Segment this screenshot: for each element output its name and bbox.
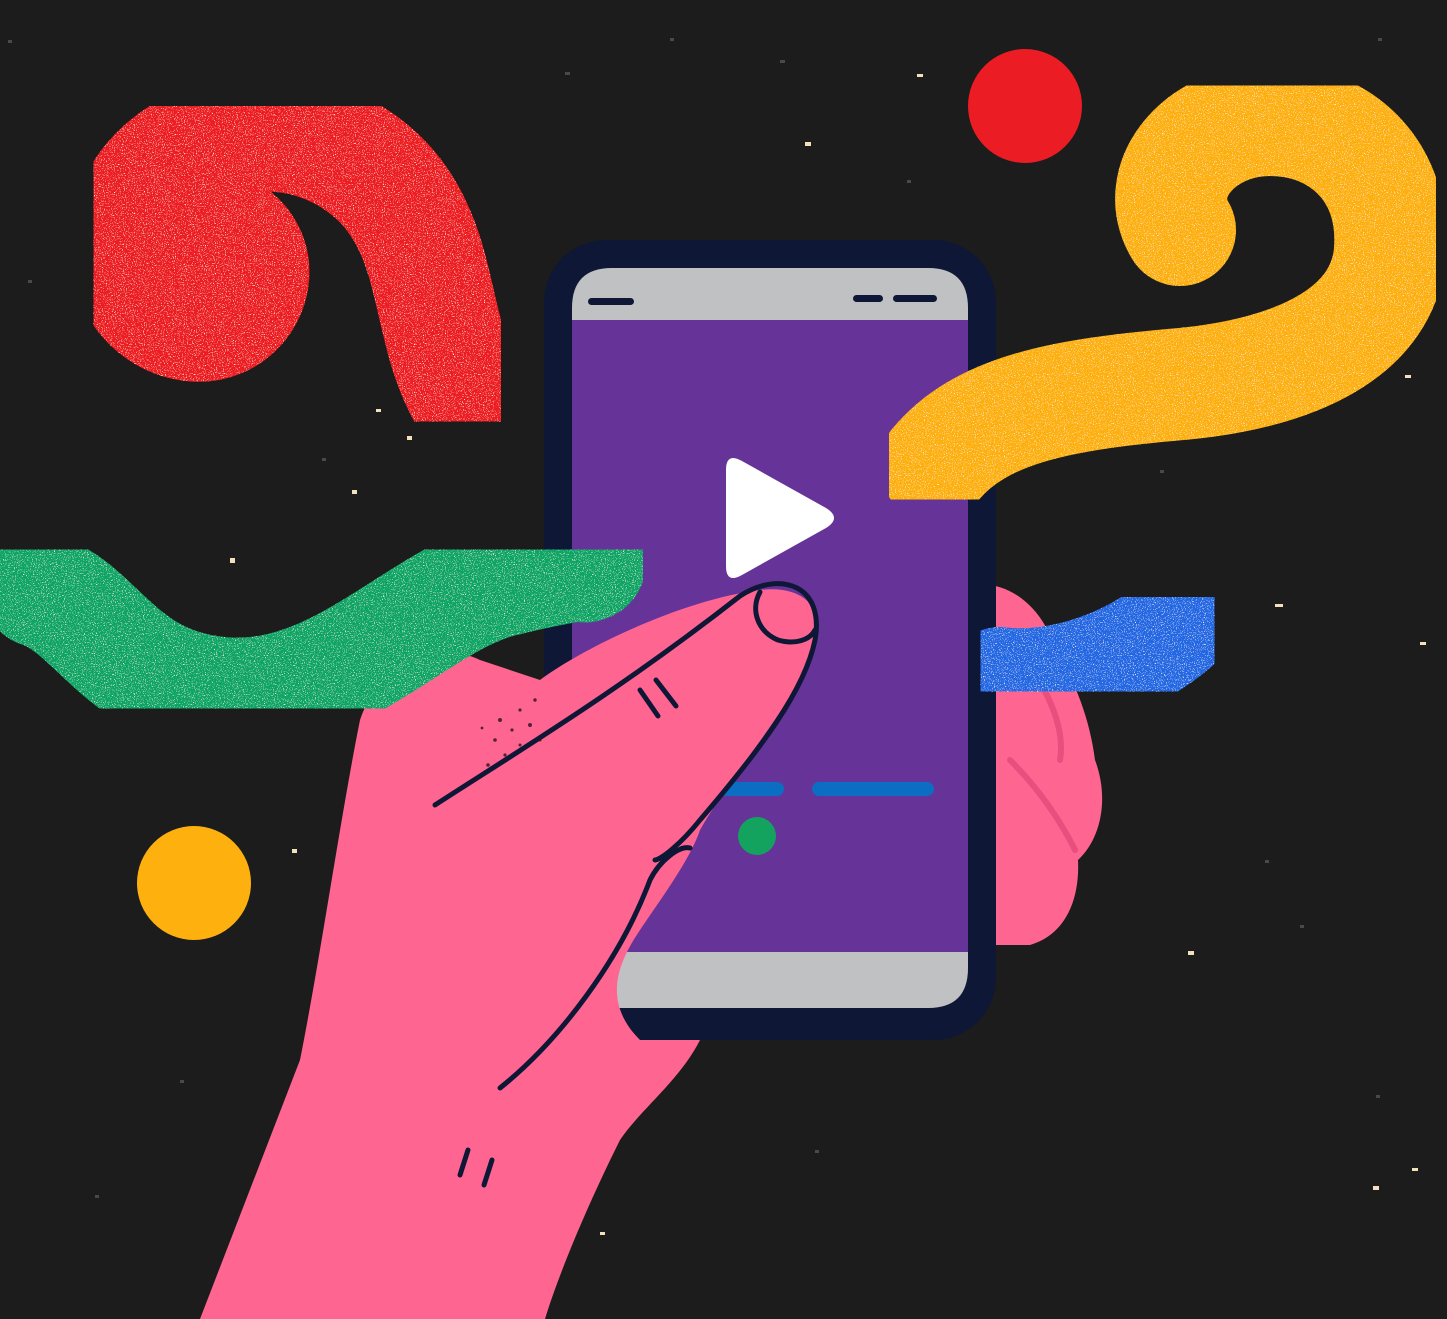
red-dot <box>968 49 1082 163</box>
status-bar-right-line-2 <box>893 295 937 302</box>
illustration-canvas <box>0 0 1447 1319</box>
yellow-dot <box>137 826 251 940</box>
navigation-bar <box>572 952 968 1008</box>
progress-dot[interactable] <box>738 817 776 855</box>
status-bar <box>572 268 968 320</box>
status-bar-left-line <box>588 298 634 305</box>
illustration-svg <box>0 0 1447 1319</box>
progress-bar-remaining[interactable] <box>812 782 934 796</box>
status-bar-right-line-1 <box>853 295 883 302</box>
